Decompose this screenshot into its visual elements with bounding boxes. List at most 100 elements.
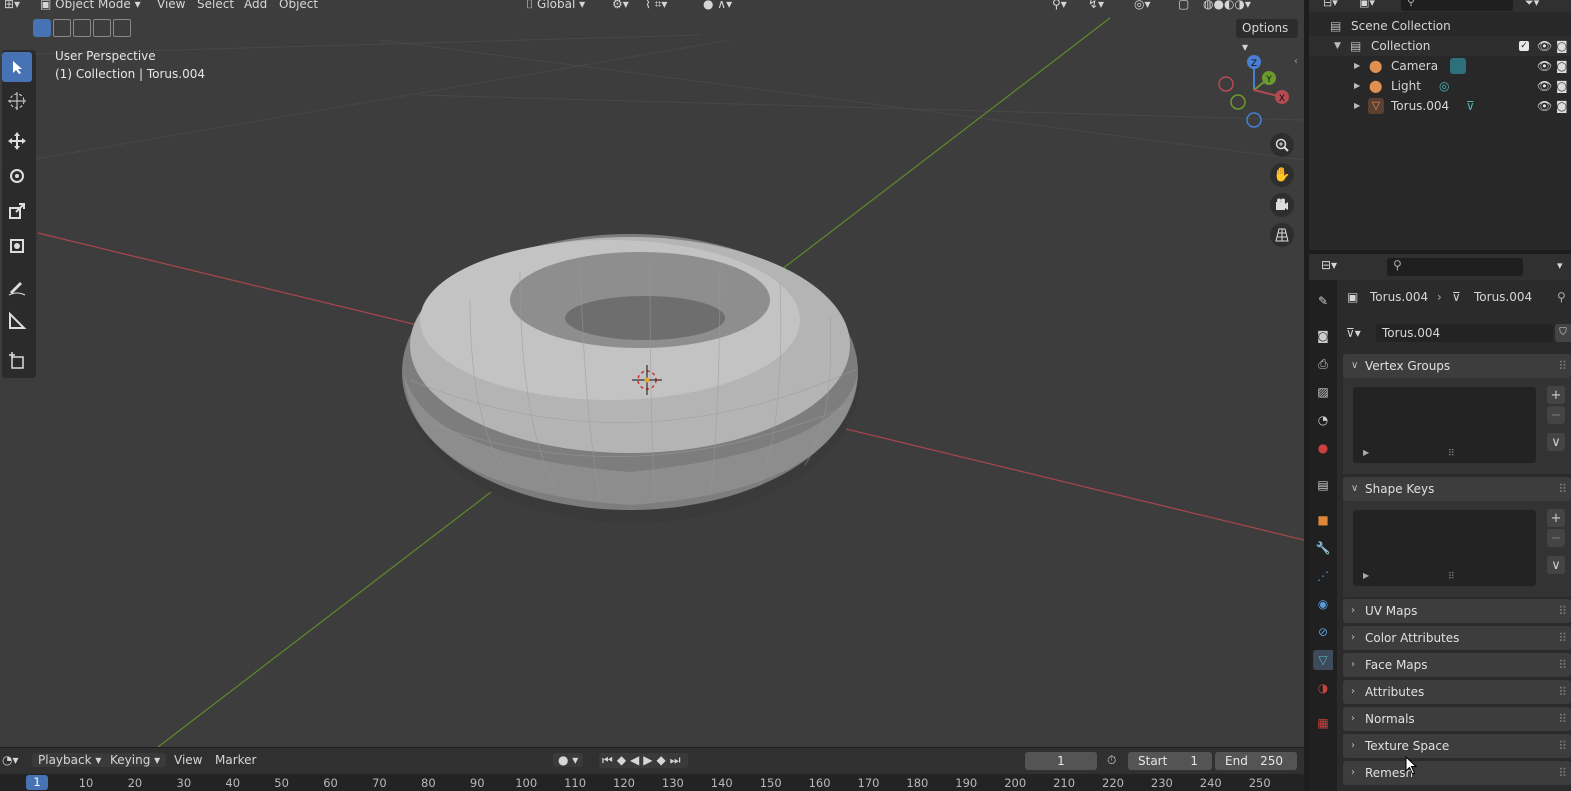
tab-world[interactable]: ● — [1313, 438, 1333, 458]
zoom-button[interactable] — [1270, 133, 1294, 157]
camera-data-icon[interactable] — [1450, 58, 1466, 74]
timeline-editor-icon[interactable]: ◔▾ — [2, 753, 19, 767]
jump-end-icon[interactable]: ⏭ — [670, 753, 685, 767]
tab-output[interactable]: ⎙ — [1313, 354, 1333, 374]
editor-type-icon[interactable]: ⊞▾ — [4, 0, 20, 12]
pan-button[interactable]: ✋ — [1270, 163, 1294, 187]
annotate-tool[interactable] — [2, 272, 32, 302]
render-camera-icon[interactable]: ◙ — [1556, 36, 1568, 56]
gizmo-toggle-icon[interactable]: ↯▾ — [1088, 0, 1104, 12]
tab-material[interactable]: ◑ — [1313, 678, 1333, 698]
drag-handle-icon[interactable]: ⠿ — [1558, 626, 1567, 650]
filter-icon[interactable]: ⏷▾ — [1525, 0, 1539, 10]
frame-end-field[interactable]: End 250 — [1215, 752, 1297, 770]
vertex-group-specials-button[interactable]: ∨ — [1547, 433, 1565, 451]
panel-uv-maps[interactable]: › UV Maps ⠿ — [1343, 599, 1571, 623]
tab-view-layer[interactable]: ▨ — [1313, 382, 1333, 402]
use-preview-range-icon[interactable]: ⏱ — [1107, 753, 1116, 768]
render-camera-icon[interactable]: ◙ — [1556, 76, 1568, 96]
drag-handle-icon[interactable]: ⠿ — [1558, 477, 1567, 501]
pin-icon[interactable]: ⚲ — [1557, 288, 1566, 306]
scale-tool[interactable] — [2, 196, 32, 226]
light-data-icon[interactable]: ◎ — [1439, 76, 1449, 96]
jump-start-icon[interactable]: ⏮ — [602, 753, 617, 767]
options-button[interactable]: Options ▾ — [1236, 19, 1298, 54]
panel-remesh[interactable]: › Remesh ⠿ — [1343, 761, 1571, 785]
list-filter-toggle-icon[interactable]: ▶ — [1363, 571, 1369, 580]
collapse-arrow-icon[interactable]: ▼ — [1334, 36, 1341, 56]
proportional-edit-icon[interactable]: ● ∧▾ — [703, 0, 732, 12]
drag-handle-icon[interactable]: ⠿ — [1558, 707, 1567, 731]
tab-scene[interactable]: ◔ — [1313, 410, 1333, 430]
remove-vertex-group-button[interactable]: − — [1547, 406, 1565, 424]
visibility-eye-icon[interactable]: 👁 — [1537, 36, 1552, 56]
tab-particles[interactable]: ⋰ — [1313, 566, 1333, 586]
collection-row[interactable]: ▼ ▤ Collection ✓ 👁 ◙ — [1309, 36, 1571, 56]
snap-icon[interactable]: ⌇ ⌗▾ — [645, 0, 667, 12]
properties-editor-icon[interactable]: ⊟▾ — [1321, 258, 1337, 272]
expand-arrow-icon[interactable]: ▶ — [1354, 76, 1360, 96]
overlay-toggle-icon[interactable]: ◎▾ — [1134, 0, 1151, 12]
remove-shape-key-button[interactable]: − — [1547, 529, 1565, 547]
transform-tool[interactable] — [2, 231, 32, 261]
expand-arrow-icon[interactable]: ▶ — [1354, 56, 1360, 76]
outliner-search-field[interactable]: ⚲ — [1401, 0, 1513, 11]
tab-tool[interactable]: ✎ — [1313, 291, 1333, 311]
list-resize-handle-icon[interactable]: ⠿ — [1448, 449, 1455, 459]
panel-vertex-groups[interactable]: ∨ Vertex Groups ⠿ — [1343, 354, 1571, 378]
mesh-datablock-selector[interactable]: ⊽▾ — [1346, 324, 1372, 342]
mesh-data-icon[interactable]: ⊽ — [1466, 96, 1475, 116]
menu-timeline-view[interactable]: View — [174, 753, 202, 767]
shape-key-specials-button[interactable]: ∨ — [1547, 556, 1565, 574]
menu-view[interactable]: View — [157, 0, 185, 12]
auto-keying-icon[interactable]: ● ▾ — [553, 753, 584, 767]
vertex-groups-list[interactable]: ▶ ⠿ — [1353, 387, 1536, 463]
visibility-eye-icon[interactable]: 👁 — [1537, 96, 1552, 116]
panel-attributes[interactable]: › Attributes ⠿ — [1343, 680, 1571, 704]
menu-add[interactable]: Add — [244, 0, 267, 12]
drag-handle-icon[interactable]: ⠿ — [1558, 734, 1567, 758]
fake-user-icon[interactable]: ⛉ — [1555, 324, 1571, 342]
expand-arrow-icon[interactable]: ▶ — [1354, 96, 1360, 116]
tab-collection[interactable]: ▤ — [1313, 475, 1333, 495]
menu-keying[interactable]: Keying ▾ — [104, 753, 167, 767]
tab-object[interactable]: ■ — [1313, 510, 1333, 530]
drag-handle-icon[interactable]: ⠿ — [1558, 354, 1567, 378]
drag-handle-icon[interactable]: ⠿ — [1558, 653, 1567, 677]
select-box-tool[interactable] — [2, 52, 32, 82]
add-shape-key-button[interactable]: + — [1547, 509, 1565, 527]
select-new-icon[interactable] — [33, 19, 51, 37]
panel-face-maps[interactable]: › Face Maps ⠿ — [1343, 653, 1571, 677]
cursor-tool[interactable] — [2, 86, 32, 116]
menu-marker[interactable]: Marker — [215, 753, 256, 767]
scene-collection-row[interactable]: ▤ Scene Collection — [1309, 16, 1571, 36]
render-camera-icon[interactable]: ◙ — [1556, 96, 1568, 116]
select-subtract-icon[interactable] — [73, 19, 91, 37]
visibility-eye-icon[interactable]: 👁 — [1537, 76, 1552, 96]
tab-texture[interactable]: ▦ — [1313, 713, 1333, 733]
drag-handle-icon[interactable]: ⠿ — [1558, 761, 1567, 785]
properties-search-field[interactable]: ⚲ — [1387, 258, 1523, 276]
shape-keys-list[interactable]: ▶ ⠿ — [1353, 510, 1536, 586]
menu-playback[interactable]: Playback ▾ — [32, 753, 108, 767]
list-filter-toggle-icon[interactable]: ▶ — [1363, 448, 1369, 457]
xray-icon[interactable]: ▢ — [1178, 0, 1189, 12]
add-vertex-group-button[interactable]: + — [1547, 386, 1565, 404]
panel-normals[interactable]: › Normals ⠿ — [1343, 707, 1571, 731]
orientation-select[interactable]: ⌷ Global ▾ — [526, 0, 585, 12]
select-mode-buttons[interactable] — [33, 19, 131, 37]
playback-controls[interactable]: ⏮◆◀▶◆⏭ — [599, 753, 688, 768]
options-dropdown-icon[interactable]: ▾ — [1557, 259, 1563, 272]
tab-modifiers[interactable]: 🔧 — [1313, 538, 1333, 558]
tab-render[interactable]: ◙ — [1313, 326, 1333, 346]
sidebar-toggle-icon[interactable]: ‹ — [1294, 56, 1298, 67]
outliner-item-light[interactable]: ▶ ⬤ Light ◎ 👁 ◙ — [1309, 76, 1571, 96]
play-reverse-icon[interactable]: ◀ — [630, 753, 643, 767]
3d-viewport[interactable]: ⊞▾ ▣ Object Mode ▾ View Select Add Objec… — [0, 0, 1304, 747]
visibility-icon[interactable]: ⚲▾ — [1052, 0, 1067, 12]
mesh-name-field[interactable]: Torus.004 — [1376, 324, 1553, 342]
measure-tool[interactable] — [2, 306, 32, 336]
outliner-item-camera[interactable]: ▶ ⬤ Camera 👁 ◙ — [1309, 56, 1571, 76]
move-tool[interactable] — [2, 126, 32, 156]
menu-select[interactable]: Select — [197, 0, 234, 12]
